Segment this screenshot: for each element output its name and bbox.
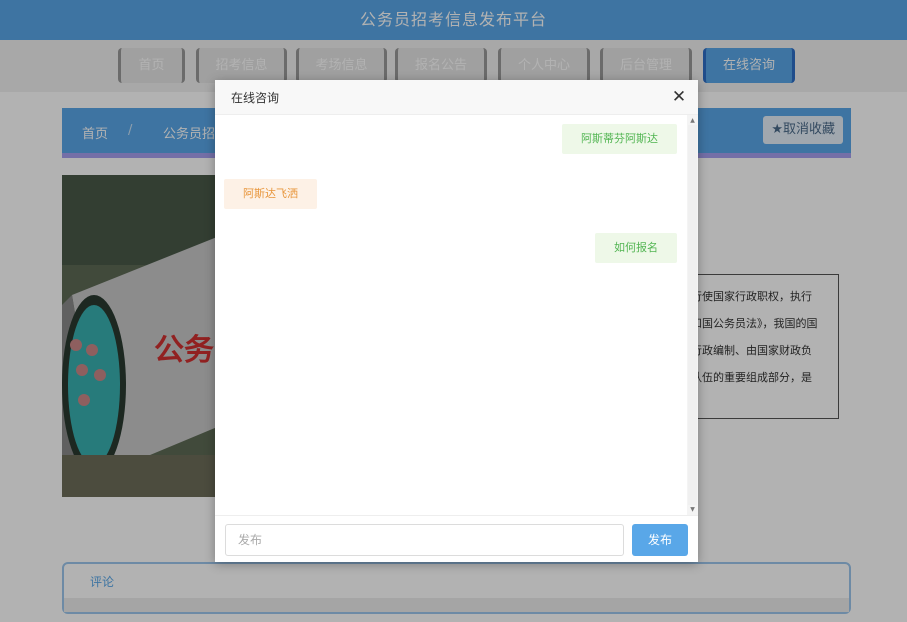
dialog-header: 在线咨询 ✕ — [215, 80, 698, 115]
chat-message-theirs: 阿斯达飞洒 — [224, 179, 317, 209]
close-icon[interactable]: ✕ — [670, 88, 688, 106]
chat-message-mine: 如何报名 — [595, 233, 677, 263]
chat-compose: 发布 — [215, 515, 698, 562]
scroll-up-icon[interactable]: ▲ — [687, 117, 698, 124]
send-button[interactable]: 发布 — [632, 524, 688, 556]
scrollbar-thumb[interactable] — [688, 125, 697, 505]
dialog-title: 在线咨询 — [231, 91, 280, 105]
scroll-down-icon[interactable]: ▼ — [687, 506, 698, 513]
chat-messages: 阿斯蒂芬阿斯达 阿斯达飞洒 如何报名 — [215, 115, 685, 515]
chat-message-mine: 阿斯蒂芬阿斯达 — [562, 124, 677, 154]
chat-scrollbar[interactable]: ▲ ▼ — [687, 115, 698, 515]
message-input[interactable] — [225, 524, 624, 556]
consult-dialog: 在线咨询 ✕ 阿斯蒂芬阿斯达 阿斯达飞洒 如何报名 ▲ ▼ 发布 — [215, 80, 698, 562]
